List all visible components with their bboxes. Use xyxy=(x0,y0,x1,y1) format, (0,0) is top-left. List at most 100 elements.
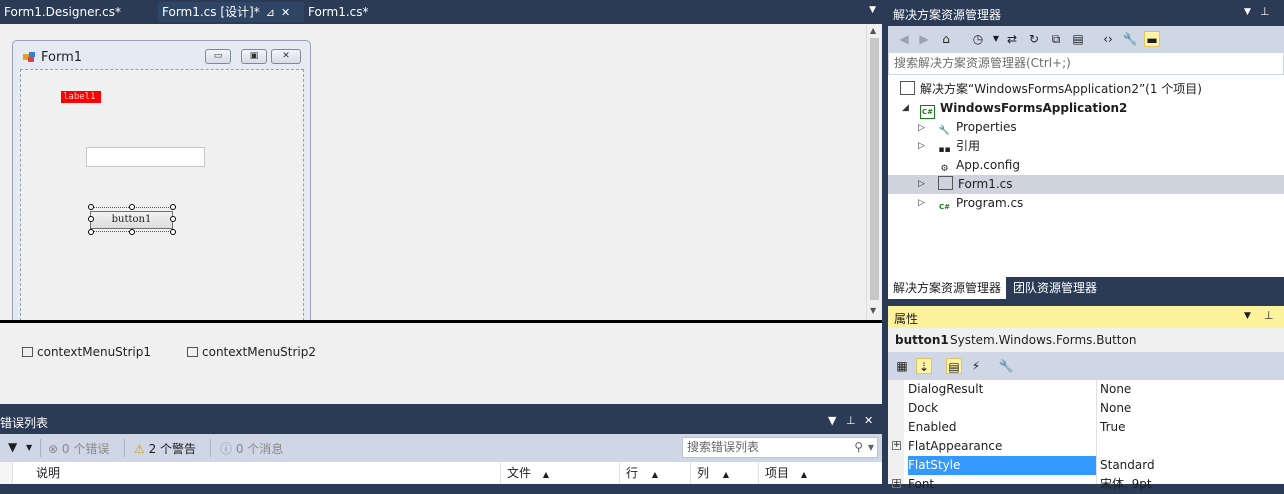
history-icon[interactable]: ◷ xyxy=(970,31,986,47)
expanded-arrow-icon[interactable]: ◢ xyxy=(902,103,909,113)
collapsed-arrow-icon[interactable]: ▷ xyxy=(918,198,925,208)
column-header-col[interactable]: 列 ▲ xyxy=(690,462,758,484)
property-row[interactable]: Enabled True xyxy=(888,418,1284,437)
collapsed-arrow-icon[interactable]: ▷ xyxy=(918,141,925,151)
tree-item-label: 解决方案“WindowsFormsApplication2”(1 个项目) xyxy=(920,82,1202,96)
tray-item-contextmenustrip2[interactable]: contextMenuStrip2 xyxy=(187,345,316,359)
textbox-control[interactable] xyxy=(86,147,205,167)
property-pages-icon[interactable]: 🔧 xyxy=(998,358,1014,374)
tree-item-program[interactable]: C# Program.cs xyxy=(938,194,1023,213)
categorized-icon[interactable]: ▦ xyxy=(894,358,910,374)
refresh-icon[interactable]: ↻ xyxy=(1026,31,1042,47)
pin-icon[interactable]: ⊥ xyxy=(846,414,856,427)
tab-form1-cs[interactable]: Form1.cs* xyxy=(304,2,373,22)
property-row[interactable]: DialogResult None xyxy=(888,380,1284,399)
resize-handle[interactable] xyxy=(170,204,176,210)
search-dropdown-icon[interactable]: ▼ xyxy=(868,438,874,457)
preview-selected-icon[interactable]: ▬ xyxy=(1144,31,1160,47)
error-list-search-input[interactable]: 搜索错误列表 ⚲ ▼ xyxy=(682,437,878,458)
close-icon[interactable]: ✕ xyxy=(281,6,290,19)
tree-item-properties[interactable]: 🔧 Properties xyxy=(938,118,1017,137)
warnings-filter-button[interactable]: ⚠ 2 个警告 xyxy=(134,440,196,457)
properties-wrench-icon[interactable]: 🔧 xyxy=(1122,31,1138,47)
scroll-down-icon[interactable]: ▼ xyxy=(870,306,876,315)
property-row-selected[interactable]: FlatStyle Standard xyxy=(888,456,1284,475)
tree-item-project[interactable]: C# WindowsFormsApplication2 xyxy=(920,99,1127,119)
designer-vertical-scrollbar[interactable]: ▲ ▼ xyxy=(866,24,882,320)
tree-item-references[interactable]: ▪▪ 引用 xyxy=(938,137,980,156)
resize-handle[interactable] xyxy=(88,216,94,222)
property-row[interactable]: + FlatAppearance xyxy=(888,437,1284,456)
messages-count: 0 个消息 xyxy=(235,442,284,456)
column-header-description[interactable]: 说明 xyxy=(30,462,500,484)
alphabetical-icon[interactable]: ⇣ xyxy=(916,358,932,374)
close-button[interactable]: ✕ xyxy=(271,49,301,64)
column-label: 列 xyxy=(697,466,710,480)
sort-asc-icon: ▲ xyxy=(651,470,658,479)
resize-handle[interactable] xyxy=(129,229,135,235)
property-row[interactable]: Dock None xyxy=(888,399,1284,418)
wrench-icon: 🔧 xyxy=(938,126,951,136)
column-header-line[interactable]: 行 ▲ xyxy=(619,462,690,484)
property-value[interactable]: Standard xyxy=(1100,456,1284,475)
tree-item-app-config[interactable]: ⚙ App.config xyxy=(938,156,1020,175)
tab-dropdown-icon[interactable]: ▼ xyxy=(869,5,876,15)
pin-icon[interactable]: ⊥ xyxy=(1264,309,1274,322)
tab-solution-explorer[interactable]: 解决方案资源管理器 xyxy=(888,277,1007,299)
dropdown-icon[interactable]: ▼ xyxy=(828,414,836,427)
properties-view-icon[interactable]: ▤ xyxy=(946,358,962,374)
close-icon[interactable]: ✕ xyxy=(864,414,873,427)
filter-icon[interactable]: ▼ xyxy=(8,440,17,454)
tree-item-form1[interactable]: ▷ Form1.cs xyxy=(888,175,1284,194)
properties-object-selector[interactable]: button1 System.Windows.Forms.Button xyxy=(888,328,1284,352)
label1-control[interactable]: label1 xyxy=(61,91,101,103)
resize-handle[interactable] xyxy=(170,216,176,222)
tab-form1-designer-cs[interactable]: Form1.Designer.cs* xyxy=(0,2,125,22)
back-icon[interactable]: ◀ xyxy=(896,31,912,47)
tree-item-solution[interactable]: 解决方案“WindowsFormsApplication2”(1 个项目) xyxy=(900,80,1202,99)
solution-explorer-search-input[interactable]: 搜索解决方案资源管理器(Ctrl+;) xyxy=(888,52,1284,75)
events-icon[interactable]: ⚡ xyxy=(968,358,984,374)
button1-control[interactable]: button1 xyxy=(90,211,173,229)
expand-icon[interactable]: + xyxy=(892,441,901,450)
property-row[interactable]: + Font 宋体, 9pt xyxy=(888,475,1284,494)
tab-form1-cs-design[interactable]: Form1.cs [设计]* ⊿ ✕ xyxy=(158,2,304,22)
show-all-files-icon[interactable]: ▤ xyxy=(1070,31,1086,47)
forward-icon[interactable]: ▶ xyxy=(916,31,932,47)
column-header-project[interactable]: 项目 ▲ xyxy=(758,462,882,484)
resize-handle[interactable] xyxy=(88,204,94,210)
resize-handle[interactable] xyxy=(170,229,176,235)
property-value[interactable]: True xyxy=(1100,418,1284,437)
collapsed-arrow-icon[interactable]: ▷ xyxy=(918,175,925,194)
property-value[interactable]: None xyxy=(1100,399,1284,418)
property-name: FlatAppearance xyxy=(908,439,1003,453)
tab-label: Form1.cs* xyxy=(308,5,369,19)
form-client-area[interactable] xyxy=(20,69,304,321)
property-value[interactable]: None xyxy=(1100,380,1284,399)
collapsed-arrow-icon[interactable]: ▷ xyxy=(918,123,925,133)
dropdown-icon[interactable]: ▼ xyxy=(1244,7,1251,17)
scroll-up-icon[interactable]: ▲ xyxy=(870,26,876,35)
dropdown-icon[interactable]: ▼ xyxy=(1244,311,1251,321)
pin-icon[interactable]: ⊥ xyxy=(1260,5,1270,18)
collapse-all-icon[interactable]: ⧉ xyxy=(1048,31,1064,47)
property-value[interactable]: 宋体, 9pt xyxy=(1100,475,1284,494)
pin-icon[interactable]: ⊿ xyxy=(266,6,275,19)
search-icon[interactable]: ⚲ xyxy=(854,438,863,457)
errors-filter-button[interactable]: ⊗ 0 个错误 xyxy=(48,440,109,457)
messages-filter-button[interactable]: ⓘ 0 个消息 xyxy=(220,440,283,457)
view-code-icon[interactable]: ‹› xyxy=(1100,31,1116,47)
home-icon[interactable]: ⌂ xyxy=(938,31,954,47)
tray-item-contextmenustrip1[interactable]: contextMenuStrip1 xyxy=(22,345,151,359)
resize-handle[interactable] xyxy=(88,229,94,235)
history-dropdown-icon[interactable]: ▼ xyxy=(988,31,1004,47)
maximize-button[interactable]: ▣ xyxy=(241,49,267,64)
column-header-file[interactable]: 文件 ▲ xyxy=(500,462,619,484)
filter-dropdown-icon[interactable]: ▼ xyxy=(26,443,32,452)
tab-team-explorer[interactable]: 团队资源管理器 xyxy=(1008,277,1102,299)
sync-icon[interactable]: ⇄ xyxy=(1004,31,1020,47)
minimize-button[interactable]: ▭ xyxy=(205,49,231,64)
scrollbar-thumb[interactable] xyxy=(870,38,879,300)
property-value[interactable] xyxy=(1100,437,1284,456)
resize-handle[interactable] xyxy=(129,204,135,210)
